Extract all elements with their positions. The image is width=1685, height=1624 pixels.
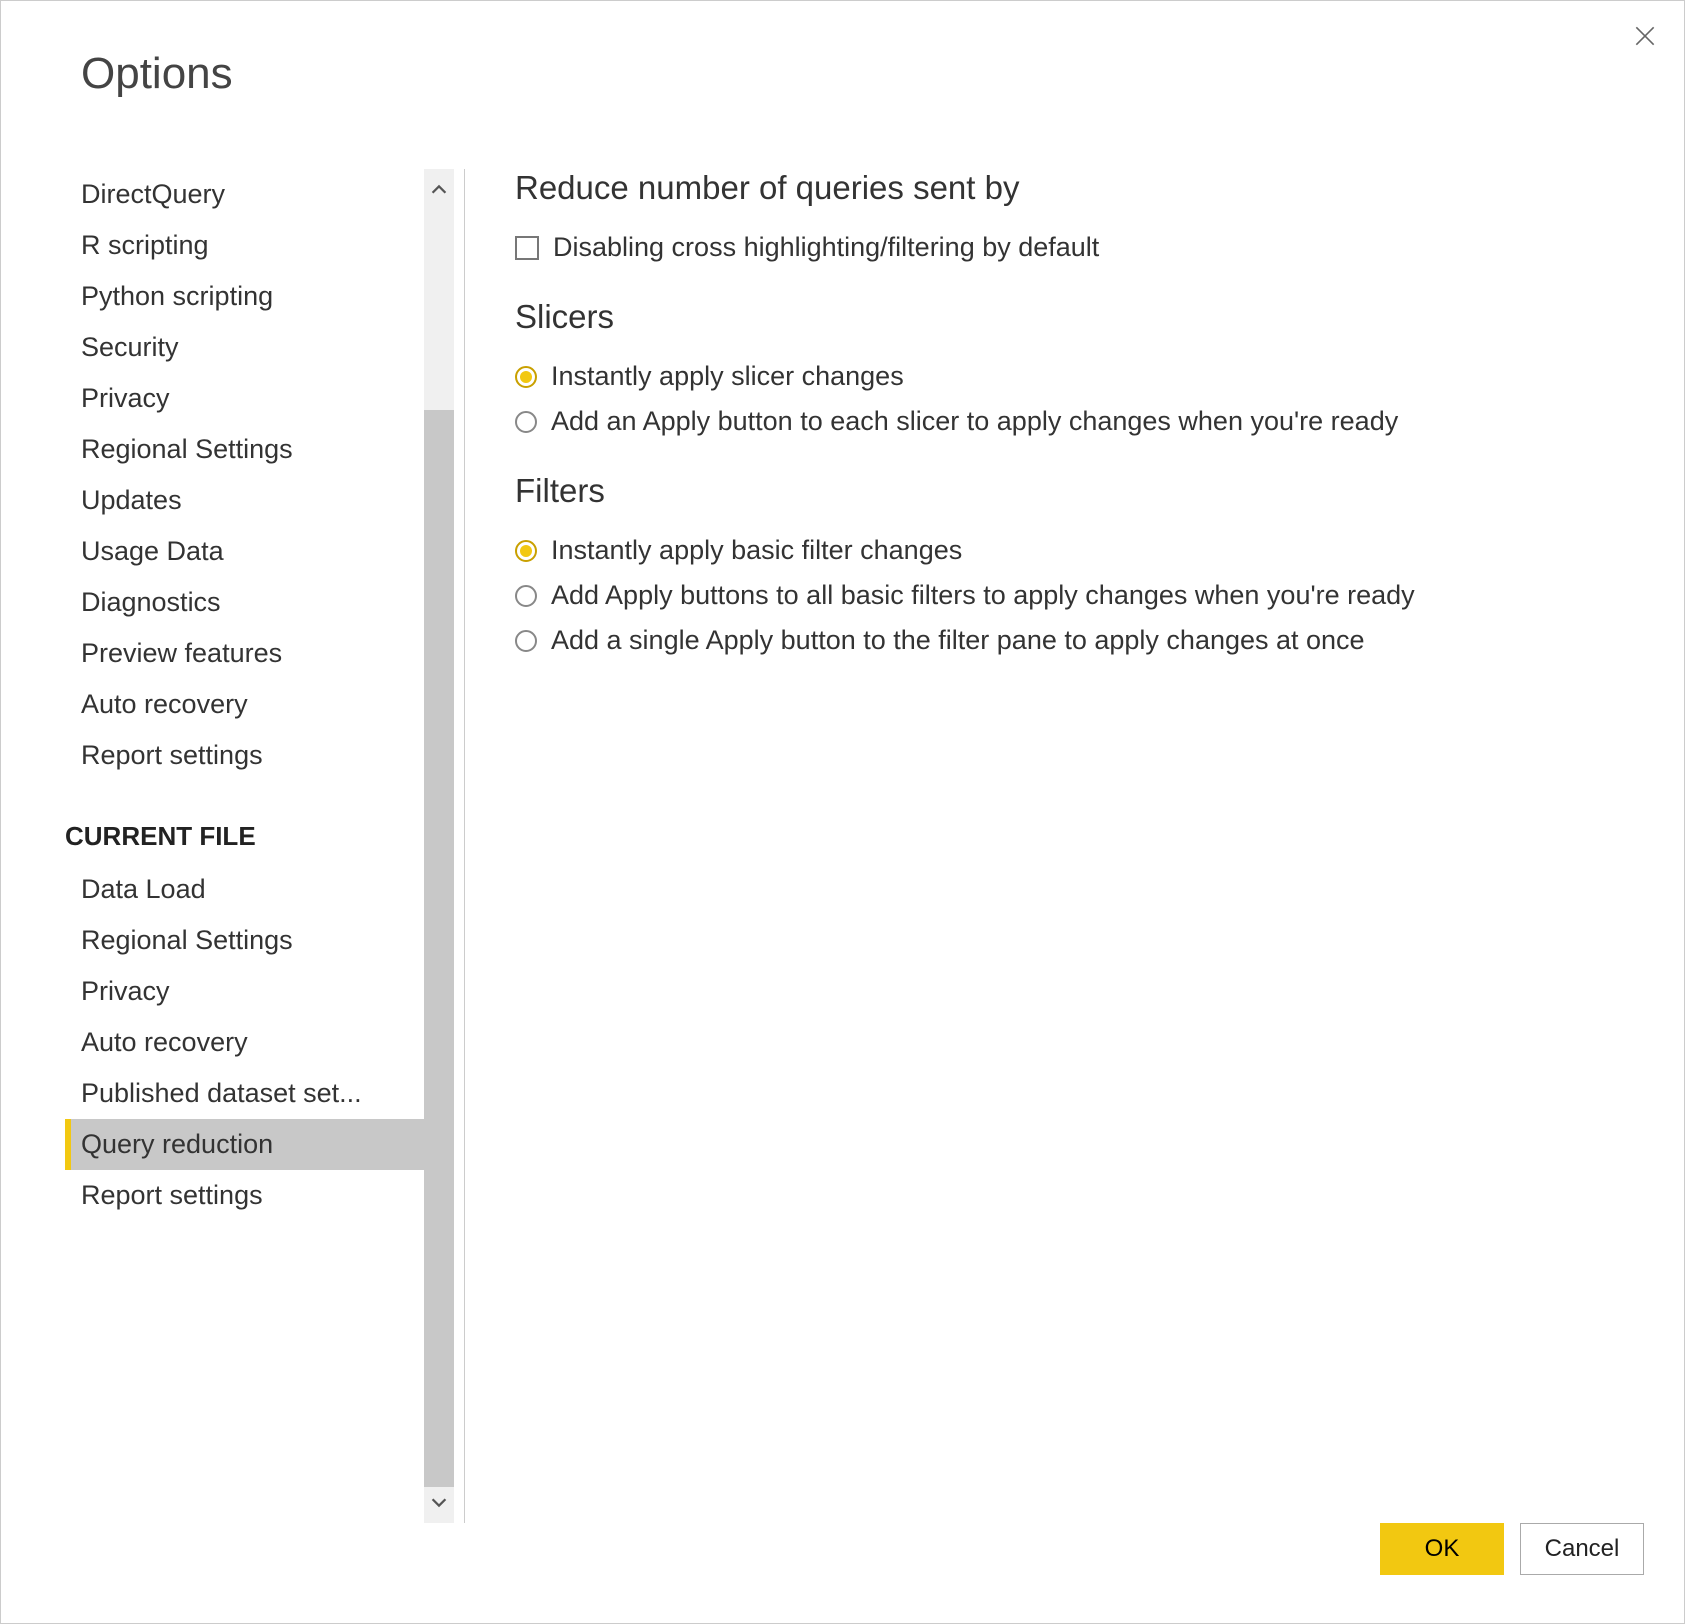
slicers-heading: Slicers xyxy=(515,298,1644,336)
scroll-thumb[interactable] xyxy=(424,410,454,1487)
sidebar-item-python-scripting[interactable]: Python scripting xyxy=(65,271,424,322)
content-pane: Reduce number of queries sent by Disabli… xyxy=(465,169,1684,1523)
sidebar-scrollbar[interactable] xyxy=(424,169,454,1523)
sidebar-section-current-file: CURRENT FILE xyxy=(65,781,424,864)
radio-icon xyxy=(515,366,537,388)
sidebar-item-cf-report-settings[interactable]: Report settings xyxy=(65,1170,424,1221)
scroll-up-button[interactable] xyxy=(424,175,454,205)
sidebar: DirectQuery R scripting Python scripting… xyxy=(65,169,465,1523)
sidebar-item-published-dataset[interactable]: Published dataset set... xyxy=(65,1068,424,1119)
radio-label: Instantly apply basic filter changes xyxy=(551,535,962,566)
sidebar-item-cf-auto-recovery[interactable]: Auto recovery xyxy=(65,1017,424,1068)
sidebar-item-auto-recovery[interactable]: Auto recovery xyxy=(65,679,424,730)
sidebar-item-diagnostics[interactable]: Diagnostics xyxy=(65,577,424,628)
scroll-down-button[interactable] xyxy=(424,1487,454,1517)
radio-icon xyxy=(515,585,537,607)
sidebar-item-regional-settings[interactable]: Regional Settings xyxy=(65,424,424,475)
filter-option-apply-single[interactable]: Add a single Apply button to the filter … xyxy=(515,618,1644,663)
scroll-track[interactable] xyxy=(424,205,454,1487)
chevron-up-icon xyxy=(428,179,450,201)
close-button[interactable] xyxy=(1628,19,1662,53)
sidebar-item-query-reduction[interactable]: Query reduction xyxy=(65,1119,424,1170)
filter-option-instant[interactable]: Instantly apply basic filter changes xyxy=(515,528,1644,573)
sidebar-item-updates[interactable]: Updates xyxy=(65,475,424,526)
dialog-footer: OK Cancel xyxy=(1,1523,1684,1623)
disable-cross-highlight-checkbox[interactable]: Disabling cross highlighting/filtering b… xyxy=(515,225,1644,270)
close-icon xyxy=(1632,23,1658,49)
dialog-title: Options xyxy=(1,1,1684,99)
radio-icon xyxy=(515,630,537,652)
radio-label: Instantly apply slicer changes xyxy=(551,361,904,392)
sidebar-item-privacy[interactable]: Privacy xyxy=(65,373,424,424)
slicer-option-instant[interactable]: Instantly apply slicer changes xyxy=(515,354,1644,399)
sidebar-item-data-load[interactable]: Data Load xyxy=(65,864,424,915)
cancel-button[interactable]: Cancel xyxy=(1520,1523,1644,1575)
radio-label: Add an Apply button to each slicer to ap… xyxy=(551,406,1398,437)
sidebar-item-cf-regional-settings[interactable]: Regional Settings xyxy=(65,915,424,966)
checkbox-icon xyxy=(515,236,539,260)
reduce-queries-heading: Reduce number of queries sent by xyxy=(515,169,1644,207)
sidebar-item-r-scripting[interactable]: R scripting xyxy=(65,220,424,271)
dialog-body: DirectQuery R scripting Python scripting… xyxy=(1,169,1684,1523)
sidebar-item-preview-features[interactable]: Preview features xyxy=(65,628,424,679)
slicer-option-apply-button[interactable]: Add an Apply button to each slicer to ap… xyxy=(515,399,1644,444)
ok-button[interactable]: OK xyxy=(1380,1523,1504,1575)
sidebar-item-report-settings[interactable]: Report settings xyxy=(65,730,424,781)
filter-option-apply-each[interactable]: Add Apply buttons to all basic filters t… xyxy=(515,573,1644,618)
sidebar-item-directquery[interactable]: DirectQuery xyxy=(65,169,424,220)
radio-icon xyxy=(515,540,537,562)
chevron-down-icon xyxy=(428,1491,450,1513)
options-dialog: Options DirectQuery R scripting Python s… xyxy=(0,0,1685,1624)
sidebar-item-cf-privacy[interactable]: Privacy xyxy=(65,966,424,1017)
sidebar-list: DirectQuery R scripting Python scripting… xyxy=(65,169,424,1523)
radio-icon xyxy=(515,411,537,433)
checkbox-label: Disabling cross highlighting/filtering b… xyxy=(553,232,1099,263)
radio-label: Add Apply buttons to all basic filters t… xyxy=(551,580,1415,611)
sidebar-item-usage-data[interactable]: Usage Data xyxy=(65,526,424,577)
sidebar-item-security[interactable]: Security xyxy=(65,322,424,373)
filters-heading: Filters xyxy=(515,472,1644,510)
radio-label: Add a single Apply button to the filter … xyxy=(551,625,1365,656)
